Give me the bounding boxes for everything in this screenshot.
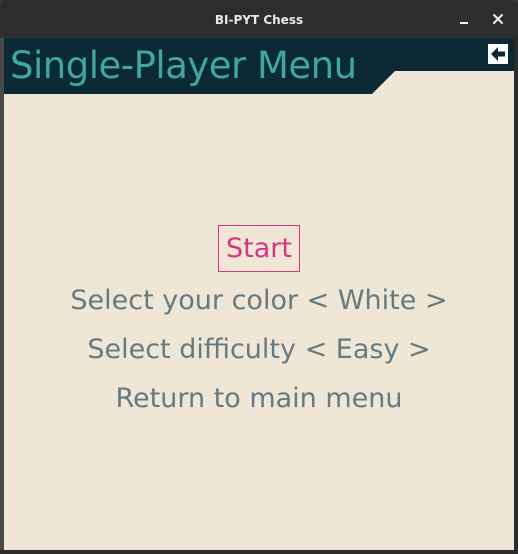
right-edge <box>514 38 518 554</box>
app-window: BI-PYT Chess Single-Player Menu Start Se… <box>0 0 518 554</box>
start-button[interactable]: Start <box>218 225 300 272</box>
select-difficulty-option[interactable]: Select difficulty < Easy > <box>4 330 514 370</box>
minimize-button[interactable] <box>456 11 472 27</box>
arrow-left-icon <box>491 47 505 61</box>
close-button[interactable] <box>490 11 506 27</box>
back-button[interactable] <box>487 43 509 65</box>
minimize-icon <box>460 21 468 24</box>
bottom-edge <box>0 550 518 554</box>
close-icon <box>493 14 503 24</box>
page-title: Single-Player Menu <box>10 44 357 87</box>
select-color-option[interactable]: Select your color < White > <box>4 281 514 321</box>
menu-item-start: Start <box>4 225 514 272</box>
menu-screen: Single-Player Menu Start Select your col… <box>4 38 514 550</box>
title-bar[interactable]: BI-PYT Chess <box>0 0 518 38</box>
window-title: BI-PYT Chess <box>214 13 304 27</box>
return-main-menu-option[interactable]: Return to main menu <box>4 379 514 419</box>
